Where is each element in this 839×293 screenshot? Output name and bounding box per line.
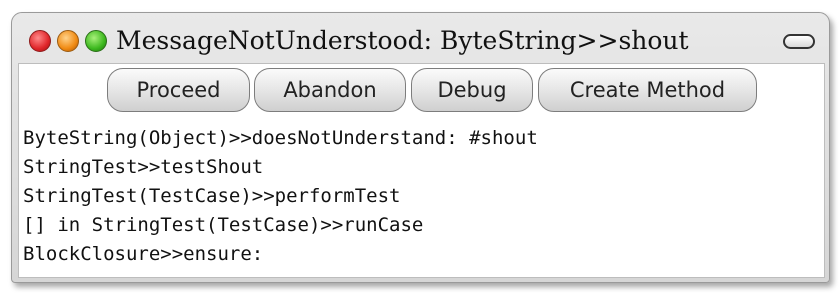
title-bar[interactable]: MessageNotUnderstood: ByteString>>shout xyxy=(12,13,829,63)
stack-frame[interactable]: [] in StringTest(TestCase)>>runCase xyxy=(23,211,820,240)
debug-button[interactable]: Debug xyxy=(411,68,533,112)
abandon-button[interactable]: Abandon xyxy=(254,68,406,112)
proceed-button[interactable]: Proceed xyxy=(107,68,250,112)
create-method-button[interactable]: Create Method xyxy=(538,68,757,112)
debugger-window: MessageNotUnderstood: ByteString>>shout … xyxy=(11,12,830,283)
stack-frame[interactable]: ByteString(Object)>>doesNotUnderstand: #… xyxy=(23,124,820,153)
stack-frame[interactable]: BlockClosure>>ensure: xyxy=(23,240,820,269)
stack-frame[interactable]: StringTest(TestCase)>>performTest xyxy=(23,182,820,211)
window-title: MessageNotUnderstood: ByteString>>shout xyxy=(116,26,689,55)
debugger-content: Proceed Abandon Debug Create Method Byte… xyxy=(18,63,825,278)
collapse-icon[interactable] xyxy=(783,34,815,49)
stack-trace-list: ByteString(Object)>>doesNotUnderstand: #… xyxy=(23,124,820,269)
close-icon[interactable] xyxy=(29,30,51,52)
minimize-icon[interactable] xyxy=(57,30,79,52)
maximize-icon[interactable] xyxy=(85,30,107,52)
stack-frame[interactable]: StringTest>>testShout xyxy=(23,153,820,182)
